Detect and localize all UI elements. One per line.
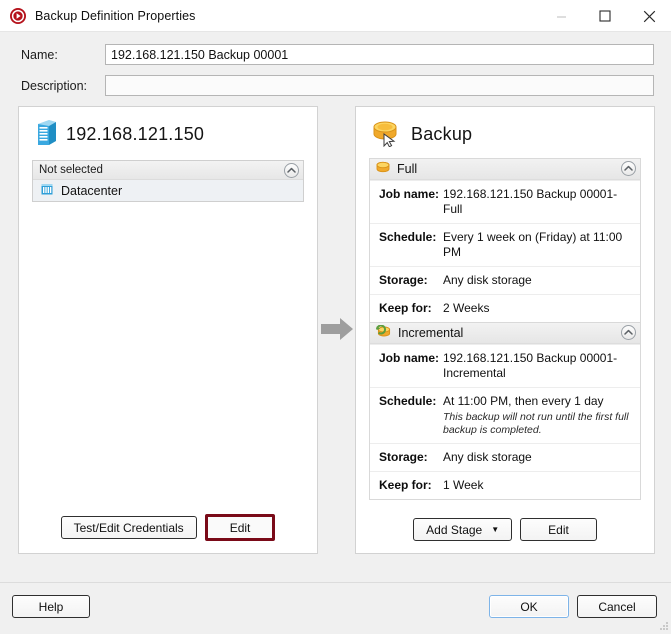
button-gap <box>569 595 577 618</box>
chevron-up-icon[interactable] <box>284 163 299 178</box>
source-header: 192.168.121.150 <box>19 107 317 156</box>
test-edit-credentials-button[interactable]: Test/Edit Credentials <box>61 516 197 539</box>
source-title: 192.168.121.150 <box>66 124 204 145</box>
cancel-button[interactable]: Cancel <box>577 595 657 618</box>
name-input[interactable]: 192.168.121.150 Backup 00001 <box>105 44 654 65</box>
row-value: Any disk storage <box>443 450 634 465</box>
database-cursor-icon <box>372 119 402 150</box>
row-key: Storage: <box>379 273 443 288</box>
ok-button[interactable]: OK <box>489 595 569 618</box>
row-value: At 11:00 PM, then every 1 day <box>443 394 604 408</box>
full-backup-icon <box>376 161 390 177</box>
description-input[interactable] <box>105 75 654 96</box>
stage-incremental-row-storage: Storage: Any disk storage <box>370 443 640 471</box>
stage-incremental-row-keepfor: Keep for: 1 Week <box>370 471 640 499</box>
row-note: This backup will not run until the first… <box>443 411 634 437</box>
stage-full-row-schedule: Schedule: Every 1 week on (Friday) at 11… <box>370 223 640 266</box>
description-row: Description: <box>21 75 655 96</box>
row-value: Any disk storage <box>443 273 634 288</box>
row-key: Job name: <box>379 351 443 381</box>
stage-full: Full Job name: 192.168.121.150 Backup 00… <box>369 158 641 322</box>
target-edit-button[interactable]: Edit <box>520 518 597 541</box>
chevron-up-icon[interactable] <box>621 325 636 340</box>
window-title: Backup Definition Properties <box>35 9 196 23</box>
target-title: Backup <box>411 124 472 145</box>
maximize-button[interactable] <box>583 0 627 32</box>
stage-full-header[interactable]: Full <box>370 159 640 180</box>
chevron-up-icon[interactable] <box>621 161 636 176</box>
source-edit-highlight: Edit <box>205 514 276 541</box>
stage-full-row-jobname: Job name: 192.168.121.150 Backup 00001-F… <box>370 180 640 223</box>
name-label: Name: <box>21 48 105 62</box>
source-buttons: Test/Edit Credentials Edit <box>19 514 317 541</box>
help-button[interactable]: Help <box>12 595 90 618</box>
stage-list: Full Job name: 192.168.121.150 Backup 00… <box>369 158 641 500</box>
stage-incremental-header[interactable]: Incremental <box>370 323 640 344</box>
stage-full-row-keepfor: Keep for: 2 Weeks <box>370 294 640 322</box>
row-key: Keep for: <box>379 478 443 493</box>
chevron-down-icon: ▼ <box>491 526 499 534</box>
stage-incremental: Incremental Job name: 192.168.121.150 Ba… <box>369 322 641 500</box>
target-panel: Backup Full <box>355 106 655 554</box>
dialog-footer: Help OK Cancel <box>0 582 671 632</box>
description-label: Description: <box>21 79 105 93</box>
title-bar: Backup Definition Properties <box>0 0 671 32</box>
stage-full-name: Full <box>397 162 417 176</box>
row-value: 1 Week <box>443 478 634 493</box>
stage-full-row-storage: Storage: Any disk storage <box>370 266 640 294</box>
row-key: Schedule: <box>379 394 443 437</box>
flow-arrow-wrap <box>318 106 355 554</box>
list-item-label: Datacenter <box>61 184 122 198</box>
row-value: 192.168.121.150 Backup 00001-Full <box>443 187 634 217</box>
stage-incremental-row-schedule: Schedule: At 11:00 PM, then every 1 day … <box>370 387 640 443</box>
incremental-backup-icon <box>376 325 391 341</box>
list-item[interactable]: Datacenter <box>33 180 303 201</box>
definition-form: Name: 192.168.121.150 Backup 00001 Descr… <box>0 32 671 96</box>
row-value: 192.168.121.150 Backup 00001-Incremental <box>443 351 634 381</box>
panels-area: 192.168.121.150 Not selected <box>18 106 655 554</box>
stage-incremental-name: Incremental <box>398 326 463 340</box>
row-key: Storage: <box>379 450 443 465</box>
name-row: Name: 192.168.121.150 Backup 00001 <box>21 44 655 65</box>
source-list-header-label: Not selected <box>39 164 103 176</box>
window-controls <box>539 0 671 32</box>
record-circle-icon <box>9 7 27 25</box>
target-buttons: Add Stage ▼ Edit <box>356 518 654 541</box>
row-value: Every 1 week on (Friday) at 11:00 PM <box>443 230 634 260</box>
minimize-button[interactable] <box>539 0 583 32</box>
server-icon <box>35 119 57 150</box>
row-key: Keep for: <box>379 301 443 316</box>
footer-action-buttons: OK Cancel <box>489 595 657 618</box>
target-header: Backup <box>356 107 654 156</box>
resize-grip-icon[interactable] <box>657 619 669 631</box>
source-edit-button[interactable]: Edit <box>208 517 273 538</box>
source-panel: 192.168.121.150 Not selected <box>18 106 318 554</box>
close-button[interactable] <box>627 0 671 32</box>
source-list-header[interactable]: Not selected <box>33 161 303 180</box>
row-key: Job name: <box>379 187 443 217</box>
row-value: 2 Weeks <box>443 301 634 316</box>
arrow-right-icon <box>320 316 354 345</box>
datacenter-icon <box>40 182 54 199</box>
row-key: Schedule: <box>379 230 443 260</box>
source-listbox: Not selected <box>32 160 304 202</box>
row-value-wrap: At 11:00 PM, then every 1 day This backu… <box>443 394 634 437</box>
stage-incremental-row-jobname: Job name: 192.168.121.150 Backup 00001-I… <box>370 344 640 387</box>
add-stage-button[interactable]: Add Stage ▼ <box>413 518 512 541</box>
add-stage-label: Add Stage <box>426 523 482 537</box>
